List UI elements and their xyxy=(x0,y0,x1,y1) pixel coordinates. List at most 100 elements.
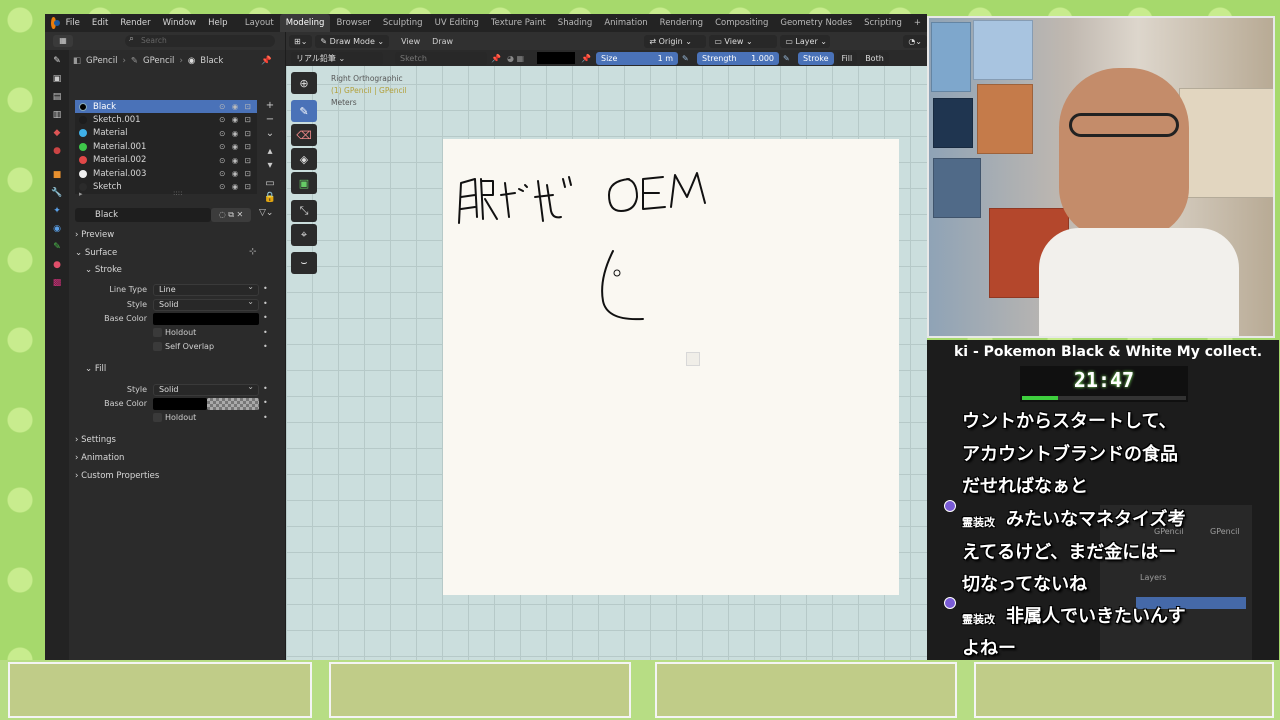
size-field[interactable]: Size 1 m xyxy=(596,51,678,65)
material-name-field[interactable]: Black xyxy=(75,208,211,222)
stroke-subpanel-header[interactable]: ⌄ Stroke xyxy=(85,265,122,275)
material-slot-row[interactable]: Material.002 ⊙ ◉ ⊡ xyxy=(75,154,257,167)
menu-render[interactable]: Render xyxy=(114,14,156,32)
fill-mode-button[interactable]: Fill xyxy=(836,51,858,65)
menu-file[interactable]: File xyxy=(60,14,86,32)
slot-visibility-icons[interactable]: ⊙ ◉ ⊡ xyxy=(219,182,253,191)
slot-visibility-icons[interactable]: ⊙ ◉ ⊡ xyxy=(219,156,253,165)
output-tab-icon[interactable]: ▤ xyxy=(45,88,69,106)
remove-slot-icon[interactable]: − xyxy=(263,114,277,128)
blender-logo-icon[interactable] xyxy=(51,17,60,29)
tool-tab-icon[interactable]: ✎ xyxy=(45,52,69,70)
slot-visibility-icons[interactable]: ⊙ ◉ ⊡ xyxy=(219,169,253,178)
editor-type-icon[interactable]: ▦ xyxy=(53,35,73,47)
search-input[interactable]: ⌕ Search xyxy=(125,34,275,47)
modifier-tab-icon[interactable]: 🔧 xyxy=(45,184,69,202)
move-up-icon[interactable]: ▴ xyxy=(263,146,277,160)
fill-tool-icon[interactable]: ◈ xyxy=(291,148,317,170)
view-menu[interactable]: View xyxy=(395,37,426,46)
stroke-color-swatch[interactable] xyxy=(153,313,259,325)
settings-panel-header[interactable]: › Settings xyxy=(75,435,116,445)
keyframe-dot-icon[interactable]: • xyxy=(263,313,268,322)
render-tab-icon[interactable]: ▣ xyxy=(45,70,69,88)
cursor-tool-icon[interactable]: ⊕ xyxy=(291,72,317,94)
color-swatch[interactable] xyxy=(537,52,575,64)
keyframe-dot-icon[interactable]: • xyxy=(263,413,268,422)
material-slot-row[interactable]: Sketch.001 ⊙ ◉ ⊡ xyxy=(75,113,257,126)
line-tool-icon[interactable]: ⤡ xyxy=(291,200,317,222)
workspace-tab-shading[interactable]: Shading xyxy=(552,14,599,32)
material-field[interactable]: Sketch xyxy=(395,51,487,65)
material-tab-icon[interactable]: ● xyxy=(45,256,69,274)
origin-dropdown[interactable]: ⇄ Origin ⌄ xyxy=(644,34,707,48)
mode-dropdown[interactable]: ✎ Draw Mode ⌄ xyxy=(315,34,390,48)
self-overlap-checkbox[interactable]: Self Overlap xyxy=(153,342,214,351)
tint-tool-icon[interactable]: ▣ xyxy=(291,172,317,194)
keyframe-dot-icon[interactable]: • xyxy=(263,284,268,293)
workspace-tab-uv-editing[interactable]: UV Editing xyxy=(429,14,485,32)
fill-subpanel-header[interactable]: ⌄ Fill xyxy=(85,364,106,374)
both-mode-button[interactable]: Both xyxy=(860,51,889,65)
fill-style-dropdown[interactable]: Solid xyxy=(153,382,259,396)
overlay-icon[interactable]: ◔⌄ xyxy=(903,34,927,48)
slot-visibility-icons[interactable]: ⊙ ◉ ⊡ xyxy=(219,115,253,124)
list-resize-handle[interactable]: :::: xyxy=(173,189,182,197)
slot-visibility-icons[interactable]: ⊙ ◉ ⊡ xyxy=(219,102,253,111)
curve-tool-icon[interactable]: ⌣ xyxy=(291,252,317,274)
material-actions[interactable]: ◌ ⧉ ✕ xyxy=(211,208,251,222)
animation-panel-header[interactable]: › Animation xyxy=(75,453,124,463)
keyframe-dot-icon[interactable]: • xyxy=(263,398,268,407)
workspace-tab-rendering[interactable]: Rendering xyxy=(654,14,709,32)
workspace-tab-sculpting[interactable]: Sculpting xyxy=(377,14,429,32)
material-slot-row[interactable]: Material ⊙ ◉ ⊡ xyxy=(75,127,257,140)
view-layer-tab-icon[interactable]: ▥ xyxy=(45,106,69,124)
workspace-tab-animation[interactable]: Animation xyxy=(598,14,653,32)
erase-tool-icon[interactable]: ⌫ xyxy=(291,124,317,146)
data-tab-icon[interactable]: ✎ xyxy=(45,238,69,256)
world-tab-icon[interactable]: ● xyxy=(45,142,69,160)
stroke-mode-button[interactable]: Stroke xyxy=(798,51,834,65)
pin-icon[interactable]: 📌 xyxy=(581,54,593,63)
fill-holdout-checkbox[interactable]: Holdout xyxy=(153,413,196,422)
drawing-canvas[interactable] xyxy=(443,139,899,595)
workspace-tab-layout[interactable]: Layout xyxy=(239,14,280,32)
3d-viewport[interactable]: ⊞⌄ ✎ Draw Mode ⌄ View Draw ⇄ Origin ⌄ ▭ … xyxy=(286,32,927,662)
material-slot-row[interactable]: Material.003 ⊙ ◉ ⊡ xyxy=(75,167,257,180)
slot-visibility-icons[interactable]: ⊙ ◉ ⊡ xyxy=(219,142,253,151)
view-dropdown[interactable]: ▭ View ⌄ xyxy=(709,34,778,48)
workspace-tab-compositing[interactable]: Compositing xyxy=(709,14,774,32)
layer-dropdown[interactable]: ▭ Layer ⌄ xyxy=(780,34,831,48)
specials-menu-icon[interactable]: ⌄ xyxy=(263,128,277,142)
effects-tab-icon[interactable]: ✦ xyxy=(45,202,69,220)
draw-menu[interactable]: Draw xyxy=(426,37,459,46)
pin-icon[interactable]: 📌 xyxy=(491,54,503,63)
material-slot-row[interactable]: Sketch ⊙ ◉ ⊡ xyxy=(75,180,257,193)
stroke-style-dropdown[interactable]: Solid xyxy=(153,297,259,311)
draw-tool-icon[interactable]: ✎ xyxy=(291,100,317,122)
material-slot-row[interactable]: Material.001 ⊙ ◉ ⊡ xyxy=(75,140,257,153)
move-down-icon[interactable]: ▾ xyxy=(263,160,277,174)
menu-window[interactable]: Window xyxy=(157,14,203,32)
workspace-tab-scripting[interactable]: Scripting xyxy=(858,14,908,32)
keyframe-dot-icon[interactable]: • xyxy=(263,384,268,393)
workspace-tab-modeling[interactable]: Modeling xyxy=(279,14,331,32)
workspace-tab-geometry-nodes[interactable]: Geometry Nodes xyxy=(774,14,858,32)
surface-options-icon[interactable]: ⊹ xyxy=(249,247,257,257)
pressure-icon[interactable]: ✎ xyxy=(783,54,795,63)
fill-color-swatch[interactable] xyxy=(153,398,207,410)
stroke-holdout-checkbox[interactable]: Holdout xyxy=(153,328,196,337)
material-slot-row[interactable]: Black ⊙ ◉ ⊡ xyxy=(75,100,257,114)
strength-field[interactable]: Strength 1.000 xyxy=(697,51,779,65)
line-type-dropdown[interactable]: Line xyxy=(153,282,259,296)
menu-edit[interactable]: Edit xyxy=(86,14,114,32)
pin-icon[interactable]: 📌 xyxy=(261,56,272,66)
keyframe-dot-icon[interactable]: • xyxy=(263,342,268,351)
add-workspace-button[interactable]: + xyxy=(908,14,927,32)
keyframe-dot-icon[interactable]: • xyxy=(263,299,268,308)
scene-tab-icon[interactable]: ◆ xyxy=(45,124,69,142)
menu-help[interactable]: Help xyxy=(202,14,233,32)
workspace-tab-browser[interactable]: Browser xyxy=(330,14,376,32)
workspace-tab-texture-paint[interactable]: Texture Paint xyxy=(485,14,552,32)
editor-type-icon[interactable]: ⊞⌄ xyxy=(289,34,313,48)
surface-panel-header[interactable]: ⌄ Surface xyxy=(75,248,117,258)
